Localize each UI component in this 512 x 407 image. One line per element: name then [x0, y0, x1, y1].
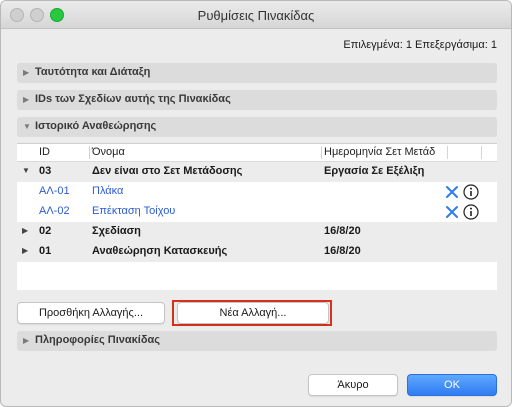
- disclosure-down-icon[interactable]: ▼: [22, 166, 30, 175]
- column-header-date[interactable]: Ημερομηνία Σετ Μετάδ: [324, 146, 435, 158]
- section-revision-history-label: Ιστορικό Αναθεώρησης: [35, 120, 157, 132]
- row-id: ΑΛ-01: [39, 185, 70, 197]
- table-row[interactable]: ▶ 01 Αναθεώρηση Κατασκευής 16/8/20: [17, 242, 497, 262]
- table-row[interactable]: ΑΛ-02 Επέκταση Τοίχου: [17, 202, 497, 222]
- disclosure-right-icon[interactable]: ▶: [22, 226, 28, 235]
- info-icon[interactable]: [463, 184, 479, 200]
- row-id: 03: [39, 165, 52, 177]
- disclosure-right-icon: ▶: [23, 336, 30, 345]
- window-title: Ρυθμίσεις Πινακίδας: [197, 8, 315, 23]
- section-drawing-ids-label: IDs των Σχεδίων αυτής της Πινακίδας: [35, 93, 231, 105]
- revision-table: ID Όνομα Ημερομηνία Σετ Μετάδ ▼ 03 Δεν ε…: [17, 143, 497, 290]
- table-row[interactable]: ΑΛ-01 Πλάκα: [17, 182, 497, 202]
- row-name: Επέκταση Τοίχου: [92, 205, 176, 217]
- settings-window: Ρυθμίσεις Πινακίδας Επιλεγμένα: 1 Επεξερ…: [0, 0, 512, 407]
- section-revision-history[interactable]: ▼ Ιστορικό Αναθεώρησης: [17, 117, 497, 137]
- close-icon[interactable]: [445, 205, 459, 219]
- row-name: Σχεδίαση: [92, 225, 141, 237]
- disclosure-down-icon: ▼: [23, 122, 31, 131]
- selection-info: Επιλεγμένα: 1 Επεξεργάσιμα: 1: [343, 39, 497, 51]
- info-icon[interactable]: [463, 204, 479, 220]
- title-bar: Ρυθμίσεις Πινακίδας: [1, 1, 511, 29]
- table-row[interactable]: ▼ 03 Δεν είναι στο Σετ Μετάδοσης Εργασία…: [17, 162, 497, 182]
- row-date: Εργασία Σε Εξέλιξη: [324, 165, 425, 177]
- cancel-button[interactable]: Άκυρο: [308, 374, 398, 396]
- row-date: 16/8/20: [324, 225, 361, 237]
- disclosure-right-icon[interactable]: ▶: [22, 246, 28, 255]
- column-divider: [481, 146, 482, 159]
- disclosure-right-icon: ▶: [23, 68, 30, 77]
- row-id: 01: [39, 245, 52, 257]
- table-header: ID Όνομα Ημερομηνία Σετ Μετάδ: [17, 144, 497, 162]
- row-date: 16/8/20: [324, 245, 361, 257]
- section-identity[interactable]: ▶ Ταυτότητα και Διάταξη: [17, 63, 497, 83]
- column-divider: [89, 146, 90, 159]
- column-header-name[interactable]: Όνομα: [92, 146, 125, 158]
- row-name: Πλάκα: [92, 185, 124, 197]
- row-name: Αναθεώρηση Κατασκευής: [92, 245, 228, 257]
- column-divider: [321, 146, 322, 159]
- new-change-button[interactable]: Νέα Αλλαγή...: [177, 302, 329, 324]
- disclosure-right-icon: ▶: [23, 95, 30, 104]
- column-divider: [447, 146, 448, 159]
- add-change-button[interactable]: Προσθήκη Αλλαγής...: [17, 302, 165, 324]
- row-id: 02: [39, 225, 52, 237]
- section-identity-label: Ταυτότητα και Διάταξη: [35, 66, 151, 78]
- row-id: ΑΛ-02: [39, 205, 70, 217]
- ok-button[interactable]: OK: [407, 374, 497, 396]
- section-sheet-info[interactable]: ▶ Πληροφορίες Πινακίδας: [17, 331, 497, 351]
- section-drawing-ids[interactable]: ▶ IDs των Σχεδίων αυτής της Πινακίδας: [17, 90, 497, 110]
- table-row[interactable]: ▶ 02 Σχεδίαση 16/8/20: [17, 222, 497, 242]
- column-header-id[interactable]: ID: [39, 146, 50, 158]
- close-icon[interactable]: [445, 185, 459, 199]
- row-name: Δεν είναι στο Σετ Μετάδοσης: [92, 165, 243, 177]
- section-sheet-info-label: Πληροφορίες Πινακίδας: [35, 334, 160, 346]
